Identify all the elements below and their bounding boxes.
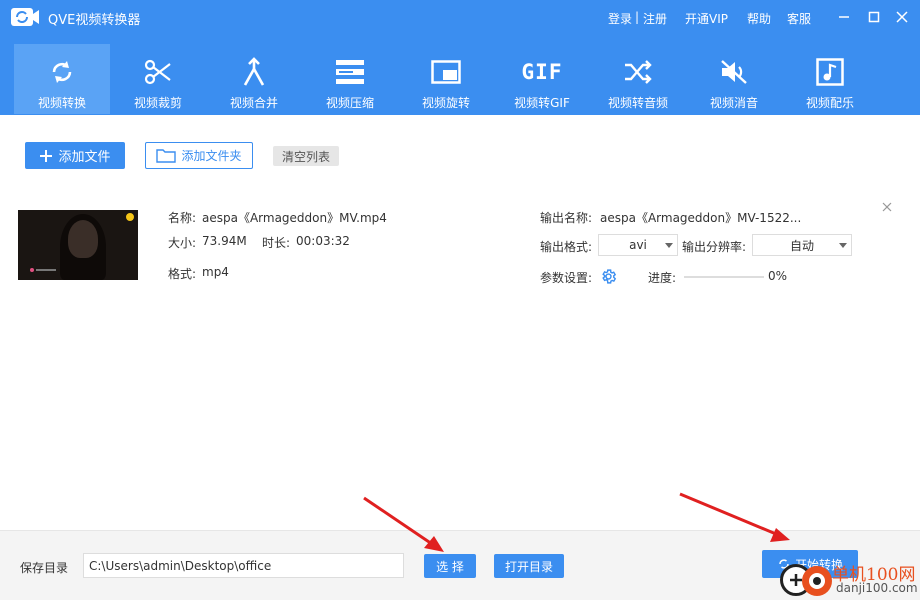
maximize-icon[interactable] <box>866 9 882 25</box>
compress-icon <box>334 56 366 88</box>
params-label: 参数设置: <box>540 271 593 285</box>
link-separator: | <box>635 10 640 24</box>
annotation-arrow-icon <box>679 492 790 542</box>
add-folder-button[interactable]: 添加文件夹 <box>145 142 253 169</box>
output-resolution-select[interactable]: 自动 <box>752 234 852 256</box>
chevron-down-icon <box>839 243 847 248</box>
tool-video-mute[interactable]: 视频消音 <box>686 44 782 114</box>
tool-label: 视频转GIF <box>514 96 570 110</box>
scissors-icon <box>142 56 174 88</box>
thumbnail-badge <box>126 213 134 221</box>
tool-video-music[interactable]: 视频配乐 <box>782 44 878 114</box>
open-dir-button[interactable]: 打开目录 <box>494 554 564 578</box>
clear-list-button[interactable]: 清空列表 <box>273 146 339 166</box>
register-link[interactable]: 注册 <box>643 10 667 27</box>
file-name: aespa《Armageddon》MV.mp4 <box>202 211 387 225</box>
service-link[interactable]: 客服 <box>787 10 811 27</box>
gif-glyph: GIF <box>521 60 563 84</box>
refresh-icon <box>46 56 78 88</box>
annotation-arrow-icon <box>363 496 444 552</box>
file-name-label: 名称: <box>168 211 197 225</box>
tool-label: 视频消音 <box>709 96 758 110</box>
gif-icon: GIF <box>522 56 562 88</box>
title-bar: QVE视频转换器 登录 | 注册 开通VIP 帮助 客服 <box>0 0 920 34</box>
tool-video-cut[interactable]: 视频裁剪 <box>110 44 206 114</box>
help-link[interactable]: 帮助 <box>747 10 771 27</box>
remove-item-icon[interactable] <box>880 200 894 214</box>
tool-label: 视频裁剪 <box>133 96 182 110</box>
tool-video-merge[interactable]: 视频合并 <box>206 44 302 114</box>
file-duration-label: 时长: <box>262 236 291 250</box>
output-resolution-value: 自动 <box>789 238 814 253</box>
shuffle-icon <box>622 56 654 88</box>
file-format: mp4 <box>202 265 229 279</box>
video-thumbnail <box>18 210 138 280</box>
chevron-down-icon <box>665 243 673 248</box>
file-size-label: 大小: <box>168 236 197 250</box>
output-name-label: 输出名称: <box>540 211 593 225</box>
watermark-plus-icon <box>790 574 802 586</box>
folder-icon <box>156 149 177 163</box>
tool-video-audio[interactable]: 视频转音频 <box>590 44 686 114</box>
add-file-label: 添加文件 <box>58 150 111 165</box>
tool-video-compress[interactable]: 视频压缩 <box>302 44 398 114</box>
progress-label: 进度: <box>648 271 677 285</box>
add-folder-label: 添加文件夹 <box>181 149 242 163</box>
rotate-icon <box>430 56 462 88</box>
tool-video-gif[interactable]: GIF 视频转GIF <box>494 44 590 114</box>
output-name: aespa《Armageddon》MV-1522... <box>600 211 802 225</box>
watermark-dot <box>813 577 821 585</box>
watermark: 单机100网 danji100.com <box>778 556 920 600</box>
progress-percent: 0% <box>768 269 788 283</box>
close-window-icon[interactable] <box>894 9 910 25</box>
save-path-input[interactable] <box>83 553 404 578</box>
tool-video-rotate[interactable]: 视频旋转 <box>398 44 494 114</box>
mute-icon <box>718 56 750 88</box>
progress-bar <box>684 276 764 278</box>
thumbnail-face <box>68 220 98 258</box>
function-toolbar: 视频转换 视频裁剪 视频合并 视频压缩 视频旋转 GIF 视频转GIF 视频转音… <box>14 44 878 114</box>
app-logo-icon <box>11 8 39 26</box>
tool-label: 视频旋转 <box>421 96 470 110</box>
file-size: 73.94M <box>202 234 247 248</box>
add-file-button[interactable]: 添加文件 <box>25 142 125 169</box>
output-format-label: 输出格式: <box>540 240 593 254</box>
music-icon <box>814 56 846 88</box>
tool-label: 视频转音频 <box>607 96 668 110</box>
gear-icon[interactable] <box>600 268 617 285</box>
app-title: QVE视频转换器 <box>48 13 141 28</box>
watermark-url: danji100.com <box>836 581 918 595</box>
output-resolution-label: 输出分辨率: <box>682 240 747 254</box>
vip-link[interactable]: 开通VIP <box>685 10 728 27</box>
output-format-value: avi <box>629 238 647 252</box>
top-bar: QVE视频转换器 登录 | 注册 开通VIP 帮助 客服 视频转换 视频裁剪 视… <box>0 0 920 115</box>
plus-icon <box>40 149 53 162</box>
output-format-select[interactable]: avi <box>598 234 678 256</box>
file-duration: 00:03:32 <box>296 234 350 248</box>
tool-video-convert[interactable]: 视频转换 <box>14 44 110 114</box>
file-format-label: 格式: <box>168 267 197 281</box>
tool-label: 视频配乐 <box>805 96 854 110</box>
tool-label: 视频转换 <box>37 96 86 110</box>
save-dir-label: 保存目录 <box>20 561 69 575</box>
minimize-icon[interactable] <box>836 9 852 25</box>
merge-icon <box>238 56 270 88</box>
thumbnail-line <box>36 269 56 271</box>
tool-label: 视频合并 <box>229 96 278 110</box>
thumbnail-dot <box>30 268 34 272</box>
login-link[interactable]: 登录 <box>608 10 632 27</box>
tool-label: 视频压缩 <box>325 96 374 110</box>
